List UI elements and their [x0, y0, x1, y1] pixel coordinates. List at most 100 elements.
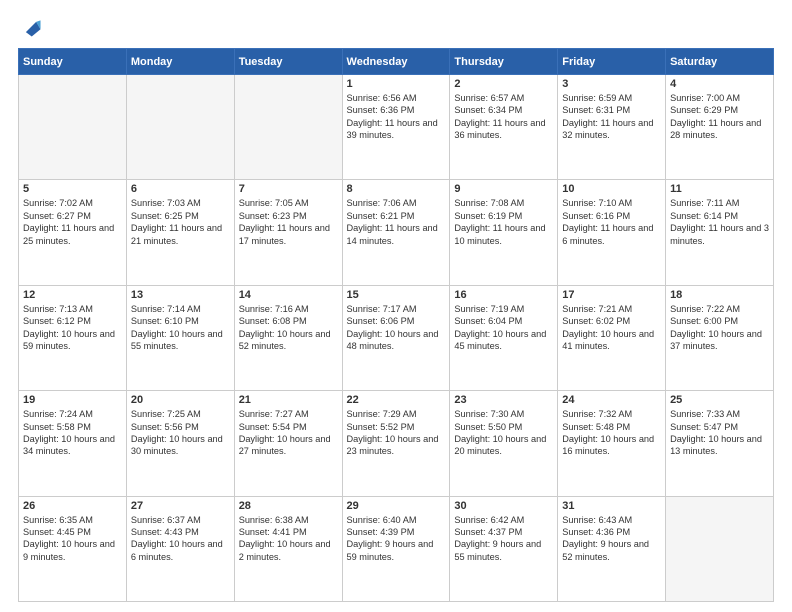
calendar-day-cell: 10Sunrise: 7:10 AMSunset: 6:16 PMDayligh… — [558, 180, 666, 285]
day-info: Sunrise: 7:05 AMSunset: 6:23 PMDaylight:… — [239, 197, 338, 247]
logo — [18, 18, 42, 38]
day-info: Sunrise: 6:40 AMSunset: 4:39 PMDaylight:… — [347, 514, 446, 564]
day-info: Sunrise: 7:30 AMSunset: 5:50 PMDaylight:… — [454, 408, 553, 458]
calendar-day-cell: 30 Sunrise: 6:42 AMSunset: 4:37 PMDayligh… — [450, 496, 558, 601]
calendar-day-cell: 18 Sunrise: 7:22 AMSunset: 6:00 PMDayligh… — [666, 285, 774, 390]
day-info: Sunrise: 7:13 AMSunset: 6:12 PMDaylight:… — [23, 303, 122, 353]
day-number: 28 — [239, 500, 338, 512]
day-number: 8 — [347, 183, 446, 195]
calendar-day-cell: 31 Sunrise: 6:43 AMSunset: 4:36 PMDayligh… — [558, 496, 666, 601]
calendar-day-cell: 24Sunrise: 7:32 AMSunset: 5:48 PMDayligh… — [558, 391, 666, 496]
day-number: 12 — [23, 289, 122, 301]
day-number: 11 — [670, 183, 769, 195]
day-info: Sunrise: 7:16 AMSunset: 6:08 PMDaylight:… — [239, 303, 338, 353]
calendar-day-cell: 26Sunrise: 6:35 AMSunset: 4:45 PMDayligh… — [19, 496, 127, 601]
day-number: 7 — [239, 183, 338, 195]
calendar-week-row: 19 Sunrise: 7:24 AMSunset: 5:58 PMDayligh… — [19, 391, 774, 496]
calendar-day-cell: 22 Sunrise: 7:29 AMSunset: 5:52 PMDayligh… — [342, 391, 450, 496]
calendar-day-cell: 8 Sunrise: 7:06 AMSunset: 6:21 PMDaylight… — [342, 180, 450, 285]
day-number: 30 — [454, 500, 553, 512]
calendar-day-cell: 4 Sunrise: 7:00 AMSunset: 6:29 PMDaylight… — [666, 75, 774, 180]
calendar-week-row: 12 Sunrise: 7:13 AMSunset: 6:12 PMDayligh… — [19, 285, 774, 390]
day-number: 16 — [454, 289, 553, 301]
day-info: Sunrise: 6:56 AMSunset: 6:36 PMDaylight:… — [347, 92, 446, 142]
calendar-day-cell: 6 Sunrise: 7:03 AMSunset: 6:25 PMDaylight… — [126, 180, 234, 285]
day-info: Sunrise: 7:29 AMSunset: 5:52 PMDaylight:… — [347, 408, 446, 458]
calendar-day-cell: 9Sunrise: 7:08 AMSunset: 6:19 PMDaylight… — [450, 180, 558, 285]
day-info: Sunrise: 7:10 AMSunset: 6:16 PMDaylight:… — [562, 197, 661, 247]
calendar-day-cell: 21Sunrise: 7:27 AMSunset: 5:54 PMDayligh… — [234, 391, 342, 496]
day-of-week-header: Thursday — [450, 49, 558, 75]
day-info: Sunrise: 7:06 AMSunset: 6:21 PMDaylight:… — [347, 197, 446, 247]
calendar-day-cell: 19 Sunrise: 7:24 AMSunset: 5:58 PMDayligh… — [19, 391, 127, 496]
day-info: Sunrise: 6:59 AMSunset: 6:31 PMDaylight:… — [562, 92, 661, 142]
day-info: Sunrise: 7:21 AMSunset: 6:02 PMDaylight:… — [562, 303, 661, 353]
calendar-day-cell — [126, 75, 234, 180]
day-number: 23 — [454, 394, 553, 406]
calendar-day-cell: 14 Sunrise: 7:16 AMSunset: 6:08 PMDayligh… — [234, 285, 342, 390]
day-of-week-header: Friday — [558, 49, 666, 75]
day-number: 6 — [131, 183, 230, 195]
day-number: 24 — [562, 394, 661, 406]
calendar-day-cell: 29 Sunrise: 6:40 AMSunset: 4:39 PMDayligh… — [342, 496, 450, 601]
calendar-day-cell: 1Sunrise: 6:56 AMSunset: 6:36 PMDaylight… — [342, 75, 450, 180]
calendar-day-cell: 23 Sunrise: 7:30 AMSunset: 5:50 PMDayligh… — [450, 391, 558, 496]
calendar-week-row: 5Sunrise: 7:02 AMSunset: 6:27 PMDaylight… — [19, 180, 774, 285]
day-number: 5 — [23, 183, 122, 195]
calendar-day-cell: 17 Sunrise: 7:21 AMSunset: 6:02 PMDayligh… — [558, 285, 666, 390]
header — [18, 18, 774, 38]
day-info: Sunrise: 7:11 AMSunset: 6:14 PMDaylight:… — [670, 197, 769, 247]
calendar-day-cell: 16 Sunrise: 7:19 AMSunset: 6:04 PMDayligh… — [450, 285, 558, 390]
day-of-week-header: Monday — [126, 49, 234, 75]
day-info: Sunrise: 6:38 AMSunset: 4:41 PMDaylight:… — [239, 514, 338, 564]
day-info: Sunrise: 6:37 AMSunset: 4:43 PMDaylight:… — [131, 514, 230, 564]
day-number: 27 — [131, 500, 230, 512]
calendar-day-cell: 27 Sunrise: 6:37 AMSunset: 4:43 PMDayligh… — [126, 496, 234, 601]
day-number: 2 — [454, 78, 553, 90]
day-info: Sunrise: 7:03 AMSunset: 6:25 PMDaylight:… — [131, 197, 230, 247]
calendar-header-row: SundayMondayTuesdayWednesdayThursdayFrid… — [19, 49, 774, 75]
day-info: Sunrise: 7:00 AMSunset: 6:29 PMDaylight:… — [670, 92, 769, 142]
calendar-day-cell: 7 Sunrise: 7:05 AMSunset: 6:23 PMDaylight… — [234, 180, 342, 285]
day-of-week-header: Saturday — [666, 49, 774, 75]
day-number: 4 — [670, 78, 769, 90]
calendar-day-cell: 15 Sunrise: 7:17 AMSunset: 6:06 PMDayligh… — [342, 285, 450, 390]
day-of-week-header: Sunday — [19, 49, 127, 75]
calendar-day-cell: 13Sunrise: 7:14 AMSunset: 6:10 PMDayligh… — [126, 285, 234, 390]
calendar-day-cell — [666, 496, 774, 601]
day-info: Sunrise: 7:24 AMSunset: 5:58 PMDaylight:… — [23, 408, 122, 458]
day-number: 18 — [670, 289, 769, 301]
day-of-week-header: Wednesday — [342, 49, 450, 75]
day-number: 3 — [562, 78, 661, 90]
calendar-week-row: 1Sunrise: 6:56 AMSunset: 6:36 PMDaylight… — [19, 75, 774, 180]
day-number: 26 — [23, 500, 122, 512]
calendar-day-cell: 2 Sunrise: 6:57 AMSunset: 6:34 PMDaylight… — [450, 75, 558, 180]
day-number: 31 — [562, 500, 661, 512]
day-number: 13 — [131, 289, 230, 301]
day-number: 17 — [562, 289, 661, 301]
calendar-day-cell: 3 Sunrise: 6:59 AMSunset: 6:31 PMDaylight… — [558, 75, 666, 180]
day-info: Sunrise: 6:42 AMSunset: 4:37 PMDaylight:… — [454, 514, 553, 564]
calendar-table: SundayMondayTuesdayWednesdayThursdayFrid… — [18, 48, 774, 602]
calendar-day-cell: 11 Sunrise: 7:11 AMSunset: 6:14 PMDayligh… — [666, 180, 774, 285]
day-info: Sunrise: 7:25 AMSunset: 5:56 PMDaylight:… — [131, 408, 230, 458]
day-number: 14 — [239, 289, 338, 301]
calendar-day-cell: 25 Sunrise: 7:33 AMSunset: 5:47 PMDayligh… — [666, 391, 774, 496]
calendar-day-cell: 12 Sunrise: 7:13 AMSunset: 6:12 PMDayligh… — [19, 285, 127, 390]
day-number: 29 — [347, 500, 446, 512]
day-info: Sunrise: 6:57 AMSunset: 6:34 PMDaylight:… — [454, 92, 553, 142]
page: SundayMondayTuesdayWednesdayThursdayFrid… — [0, 0, 792, 612]
day-info: Sunrise: 7:17 AMSunset: 6:06 PMDaylight:… — [347, 303, 446, 353]
logo-icon — [20, 16, 42, 38]
day-number: 19 — [23, 394, 122, 406]
day-info: Sunrise: 7:33 AMSunset: 5:47 PMDaylight:… — [670, 408, 769, 458]
day-info: Sunrise: 6:43 AMSunset: 4:36 PMDaylight:… — [562, 514, 661, 564]
day-number: 25 — [670, 394, 769, 406]
day-info: Sunrise: 7:22 AMSunset: 6:00 PMDaylight:… — [670, 303, 769, 353]
day-number: 15 — [347, 289, 446, 301]
day-info: Sunrise: 7:19 AMSunset: 6:04 PMDaylight:… — [454, 303, 553, 353]
day-number: 22 — [347, 394, 446, 406]
day-of-week-header: Tuesday — [234, 49, 342, 75]
day-info: Sunrise: 7:08 AMSunset: 6:19 PMDaylight:… — [454, 197, 553, 247]
calendar-day-cell: 20Sunrise: 7:25 AMSunset: 5:56 PMDayligh… — [126, 391, 234, 496]
